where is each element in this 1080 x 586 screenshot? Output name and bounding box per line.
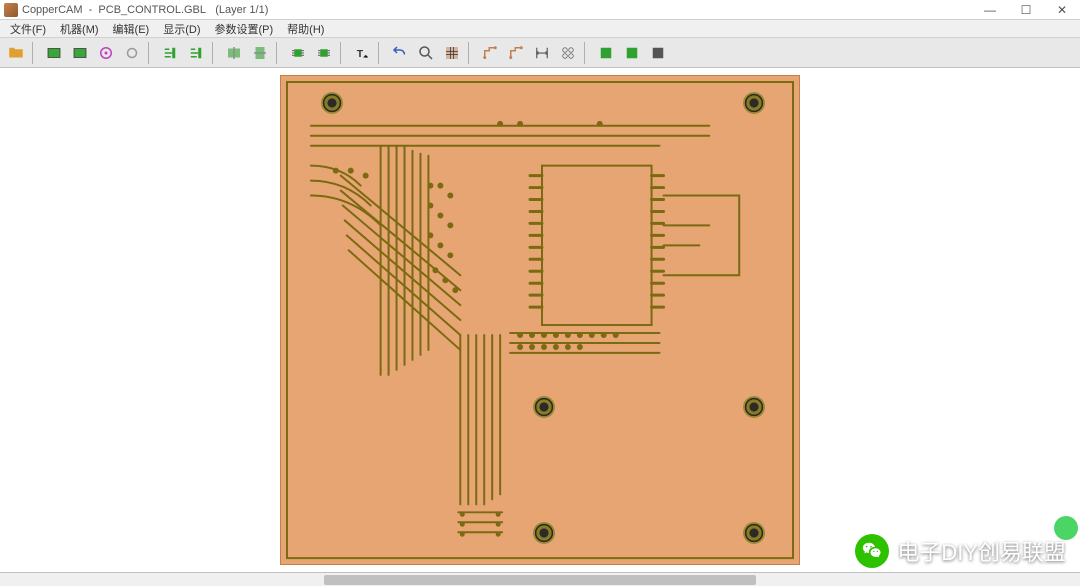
maximize-button[interactable]: ☐ <box>1008 0 1044 20</box>
menu-params[interactable]: 参数设置(P) <box>209 20 280 38</box>
pcb-traces <box>281 76 799 564</box>
export2-icon[interactable] <box>620 41 644 65</box>
menu-help[interactable]: 帮助(H) <box>281 20 330 38</box>
window-title: CopperCAM - PCB_CONTROL.GBL (Layer 1/1) <box>22 4 972 16</box>
menu-file[interactable]: 文件(F) <box>4 20 52 38</box>
align-left-icon[interactable] <box>158 41 182 65</box>
flip-h-icon[interactable] <box>222 41 246 65</box>
layer1-icon[interactable] <box>42 41 66 65</box>
pcb-board <box>280 75 800 565</box>
canvas-area[interactable] <box>0 68 1080 572</box>
mounting-hole <box>533 522 555 544</box>
circle-icon[interactable] <box>120 41 144 65</box>
chip2-icon[interactable] <box>312 41 336 65</box>
target-icon[interactable] <box>94 41 118 65</box>
mounting-hole <box>321 92 343 114</box>
undo-icon[interactable] <box>388 41 412 65</box>
toolbar-separator <box>584 42 590 64</box>
minimize-button[interactable]: — <box>972 0 1008 20</box>
mounting-hole <box>533 396 555 418</box>
chip-icon[interactable] <box>286 41 310 65</box>
toolbar: T <box>0 38 1080 68</box>
grid-icon[interactable] <box>440 41 464 65</box>
zoom-icon[interactable] <box>414 41 438 65</box>
toolbar-separator <box>340 42 346 64</box>
drill-icon[interactable] <box>556 41 580 65</box>
menu-edit[interactable]: 编辑(E) <box>107 20 156 38</box>
toolbar-separator <box>212 42 218 64</box>
open-file-icon[interactable] <box>4 41 28 65</box>
menubar: 文件(F) 机器(M) 编辑(E) 显示(D) 参数设置(P) 帮助(H) <box>0 20 1080 38</box>
svg-text:T: T <box>357 47 364 59</box>
dims-icon[interactable] <box>530 41 554 65</box>
menu-machine[interactable]: 机器(M) <box>54 20 105 38</box>
text-icon[interactable]: T <box>350 41 374 65</box>
window-controls: — ☐ ✕ <box>972 0 1080 20</box>
menu-display[interactable]: 显示(D) <box>157 20 206 38</box>
app-icon <box>4 3 18 17</box>
toolbar-separator <box>276 42 282 64</box>
flip-v-icon[interactable] <box>248 41 272 65</box>
layer2-icon[interactable] <box>68 41 92 65</box>
route1-icon[interactable] <box>478 41 502 65</box>
toolbar-separator <box>148 42 154 64</box>
toolbar-separator <box>378 42 384 64</box>
scrollbar-thumb[interactable] <box>324 575 756 585</box>
mounting-hole <box>743 92 765 114</box>
horizontal-scrollbar[interactable] <box>0 572 1080 586</box>
toolbar-separator <box>32 42 38 64</box>
mounting-hole <box>743 522 765 544</box>
export1-icon[interactable] <box>594 41 618 65</box>
export3-icon[interactable] <box>646 41 670 65</box>
toolbar-separator <box>468 42 474 64</box>
align-right-icon[interactable] <box>184 41 208 65</box>
route2-icon[interactable] <box>504 41 528 65</box>
close-button[interactable]: ✕ <box>1044 0 1080 20</box>
titlebar: CopperCAM - PCB_CONTROL.GBL (Layer 1/1) … <box>0 0 1080 20</box>
mounting-hole <box>743 396 765 418</box>
